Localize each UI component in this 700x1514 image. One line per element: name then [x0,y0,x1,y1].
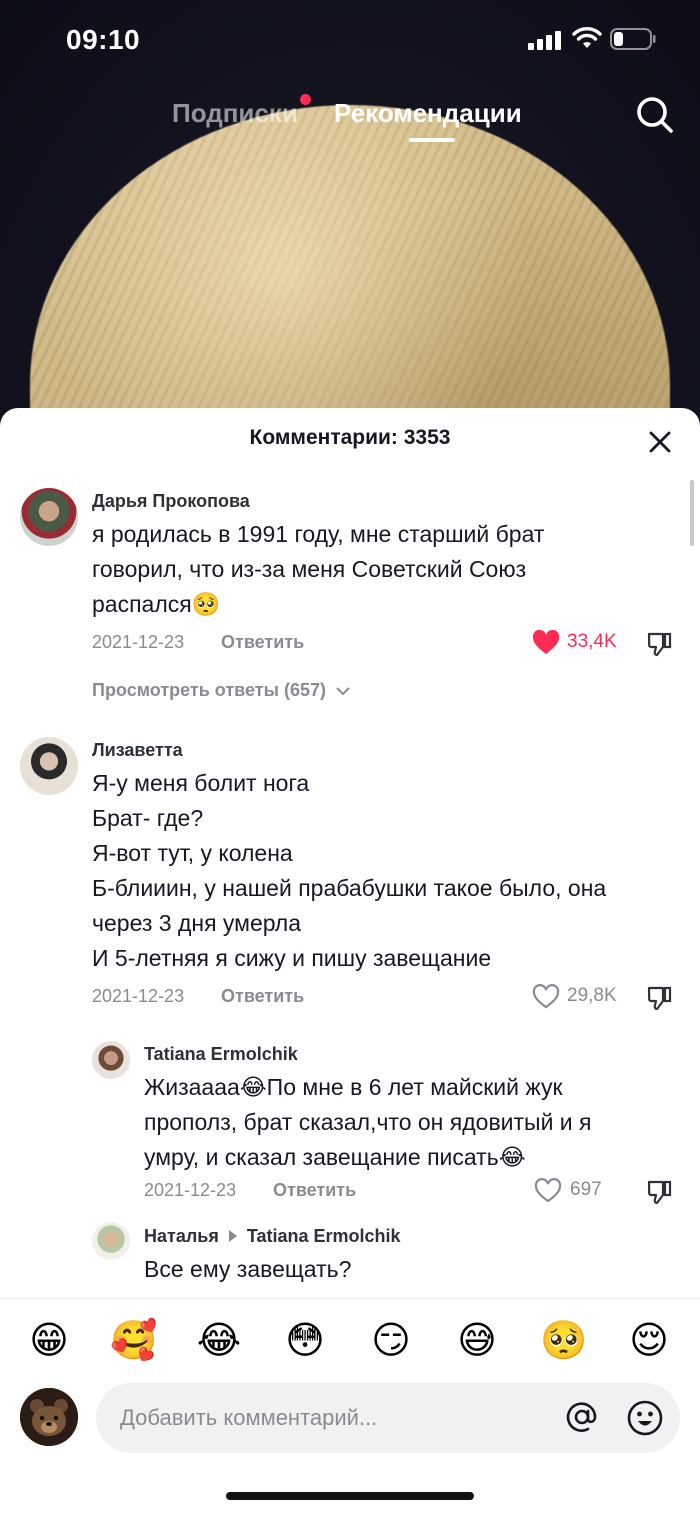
view-replies-label: Просмотреть ответы (657) [92,680,326,700]
comment-input[interactable]: Добавить комментарий... [96,1383,680,1453]
reply-item: Наталья Tatiana Ermolchik Все ему завещат… [0,1220,700,1298]
emoji-smirk[interactable]: 😏 [368,1317,414,1363]
emoji-sweat-smile[interactable]: 😅 [454,1317,500,1363]
comment-text: Я-у меня болит нога Брат- где? Я-вот тут… [92,770,607,971]
my-avatar[interactable] [20,1388,78,1446]
emoji-tears-of-joy[interactable]: 😂 [196,1317,242,1363]
battery-icon [610,28,656,50]
view-replies-button[interactable]: Просмотреть ответы (657) [92,680,351,701]
mention-at-icon[interactable] [564,1399,600,1435]
heart-outline-icon[interactable] [534,1178,562,1204]
new-content-dot [300,94,311,105]
comment-text: я родилась в 1991 году, мне старший брат… [92,521,545,617]
comment-author[interactable]: Наталья Tatiana Ermolchik [144,1226,401,1247]
wifi-icon [572,27,602,48]
comments-count-title: Комментарии: 3353 [249,426,451,449]
avatar[interactable] [20,737,78,795]
tab-for-you[interactable]: Рекомендации [334,98,522,129]
status-bar: 09:10 [0,0,700,80]
emoji-grin[interactable]: 😁 [26,1317,72,1363]
heart-outline-icon[interactable] [532,984,560,1010]
dislike-icon[interactable] [646,984,674,1012]
comment-author[interactable]: Tatiana Ermolchik [144,1044,298,1065]
comment-date: 2021-12-23 [92,986,185,1006]
comments-header: Комментарии: 3353 [0,408,700,472]
like-count: 33,4K [567,631,617,652]
feed-tabs: Подписки Рекомендации [0,92,700,152]
comment-date: 2021-12-23 [92,632,185,652]
reply-button[interactable]: Ответить [273,1180,356,1201]
cellular-signal-icon [528,30,564,50]
reply-author: Наталья [144,1226,219,1246]
bear-avatar-icon [20,1388,78,1446]
like-count: 29,8K [567,985,617,1006]
emoji-relieved[interactable]: 😌 [626,1317,672,1363]
avatar[interactable] [20,488,78,546]
comment-item: Дарья Прокопова я родилась в 1991 году, … [0,472,700,712]
status-time: 09:10 [66,24,141,55]
reply-button[interactable]: Ответить [221,986,304,1007]
home-indicator[interactable] [226,1492,474,1500]
emoji-smiling-hearts[interactable]: 🥰 [110,1317,157,1363]
comment-input-row: Добавить комментарий... [0,1383,700,1474]
like-count: 697 [570,1179,602,1200]
avatar[interactable] [92,1041,130,1079]
comment-author[interactable]: Дарья Прокопова [92,491,250,512]
avatar[interactable] [92,1222,130,1260]
chevron-down-icon [336,687,350,696]
active-tab-indicator [409,138,455,142]
dislike-icon[interactable] [646,1178,674,1206]
video-frame-hair [30,105,670,430]
dislike-icon[interactable] [646,630,674,658]
comment-item: Лизаветта Я-у меня болит нога Брат- где?… [0,727,700,1027]
comment-author[interactable]: Лизаветта [92,740,183,761]
comment-input-placeholder: Добавить комментарий... [120,1405,378,1430]
tab-following[interactable]: Подписки [172,98,298,129]
comment-text: Жизаааа😂По мне в 6 лет майский жук пропо… [144,1074,592,1170]
comments-list: Дарья Прокопова я родилась в 1991 году, … [0,472,700,1298]
reply-to-author: Tatiana Ermolchik [246,1226,401,1246]
comments-sheet: Комментарии: 3353 Дарья Прокопова я роди… [0,408,700,1514]
emoji-quick-bar: 😁 🥰 😂 😳 😏 😅 🥺 😌 [0,1298,700,1384]
close-icon[interactable] [648,430,672,454]
emoji-pleading[interactable]: 🥺 [540,1317,587,1363]
emoji-flushed[interactable]: 😳 [282,1317,328,1363]
comment-text: Все ему завещать? [144,1256,352,1282]
emoji-picker-icon[interactable] [626,1399,664,1437]
comment-date: 2021-12-23 [144,1180,237,1200]
reply-button[interactable]: Ответить [221,632,304,653]
search-icon[interactable] [634,94,674,134]
reply-item: Tatiana Ermolchik Жизаааа😂По мне в 6 лет… [0,1032,700,1222]
reply-to-arrow-icon [228,1230,237,1243]
heart-filled-icon[interactable] [532,630,560,656]
